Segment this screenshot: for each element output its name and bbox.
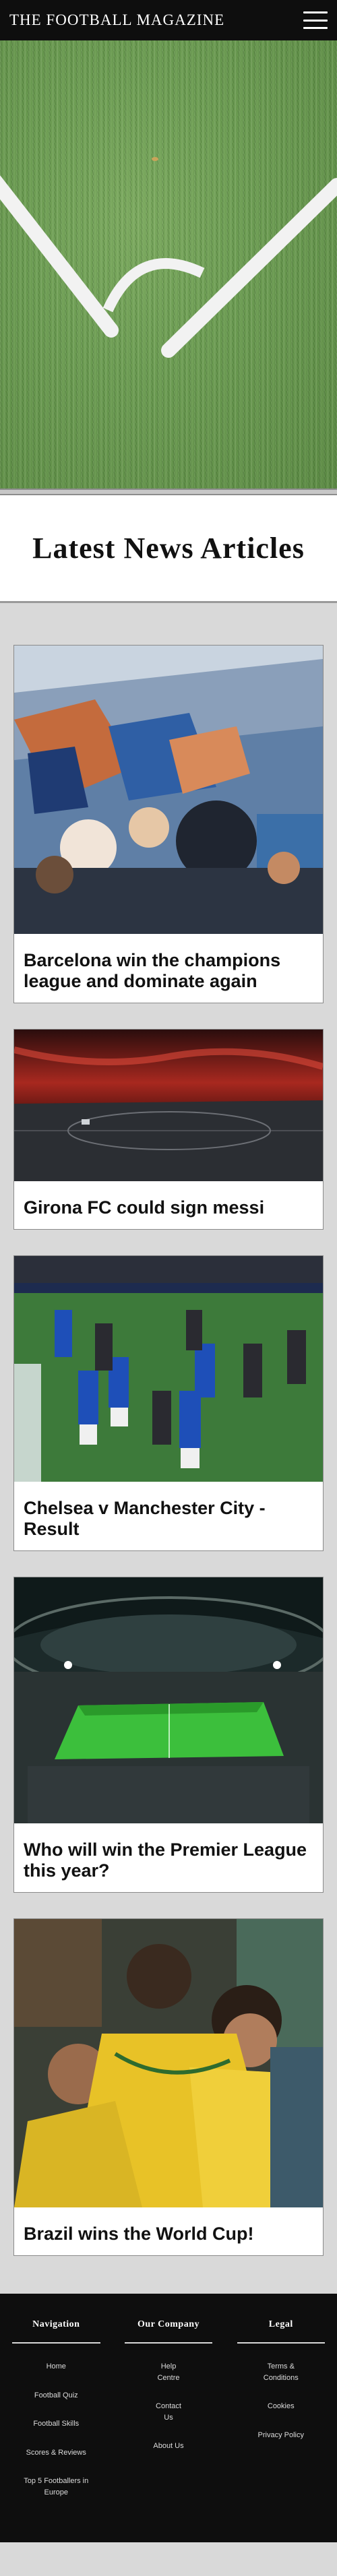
footer-link-football-skills[interactable]: Football Skills (19, 2418, 93, 2430)
article-card-brazil[interactable]: Brazil wins the World Cup! (13, 1918, 324, 2257)
footer-link-top-5-footballers[interactable]: Top 5 Footballers in Europe (19, 2476, 93, 2498)
footer-heading: Navigation (12, 2319, 100, 2344)
article-image-players-pitch (14, 1256, 323, 1482)
footer-link-cookies[interactable]: Cookies (244, 2401, 318, 2412)
articles-list: Barcelona win the champions league and d… (0, 603, 337, 2288)
site-footer: Navigation Home Football Quiz Football S… (0, 2294, 337, 2543)
site-logo-link[interactable]: THE FOOTBALL MAGAZINE (9, 11, 224, 29)
top-navbar: THE FOOTBALL MAGAZINE (0, 0, 337, 40)
article-title[interactable]: Girona FC could sign messi (14, 1181, 323, 1229)
footer-link-home[interactable]: Home (19, 2361, 93, 2373)
hero-image (0, 40, 337, 489)
footer-heading: Legal (237, 2319, 325, 2344)
hero-divider (0, 489, 337, 495)
article-card-barcelona[interactable]: Barcelona win the champions league and d… (13, 645, 324, 1004)
footer-link-scores-reviews[interactable]: Scores & Reviews (19, 2447, 93, 2459)
article-card-chelsea[interactable]: Chelsea v Manchester City - Result (13, 1255, 324, 1552)
footer-link-about-us[interactable]: About Us (131, 2441, 206, 2452)
footer-link-privacy-policy[interactable]: Privacy Policy (244, 2430, 318, 2441)
footer-link-football-quiz[interactable]: Football Quiz (19, 2390, 93, 2401)
article-title[interactable]: Barcelona win the champions league and d… (14, 934, 323, 1003)
footer-link-terms[interactable]: Terms & Conditions (259, 2361, 303, 2383)
footer-column-company: Our Company Help Centre Contact Us About… (113, 2319, 225, 2515)
article-title[interactable]: Brazil wins the World Cup! (14, 2207, 323, 2255)
hamburger-menu-icon[interactable] (303, 11, 328, 29)
footer-heading: Our Company (124, 2319, 213, 2344)
section-header: Latest News Articles (0, 495, 337, 603)
article-image-night-stadium (14, 1577, 323, 1824)
footer-link-contact-us[interactable]: Contact Us (154, 2401, 183, 2423)
article-title[interactable]: Who will win the Premier League this yea… (14, 1823, 323, 1892)
footer-column-legal: Legal Terms & Conditions Cookies Privacy… (225, 2319, 337, 2515)
article-card-premier-league[interactable]: Who will win the Premier League this yea… (13, 1577, 324, 1893)
footer-link-help-centre[interactable]: Help Centre (154, 2361, 183, 2383)
article-title[interactable]: Chelsea v Manchester City - Result (14, 1482, 323, 1550)
footer-column-navigation: Navigation Home Football Quiz Football S… (0, 2319, 113, 2515)
article-image-fans-celebrating (14, 1919, 323, 2208)
article-image-stadium-sunset (14, 1030, 323, 1182)
article-card-girona[interactable]: Girona FC could sign messi (13, 1029, 324, 1230)
section-title: Latest News Articles (32, 532, 305, 565)
article-image-stadium-crowd (14, 646, 323, 934)
